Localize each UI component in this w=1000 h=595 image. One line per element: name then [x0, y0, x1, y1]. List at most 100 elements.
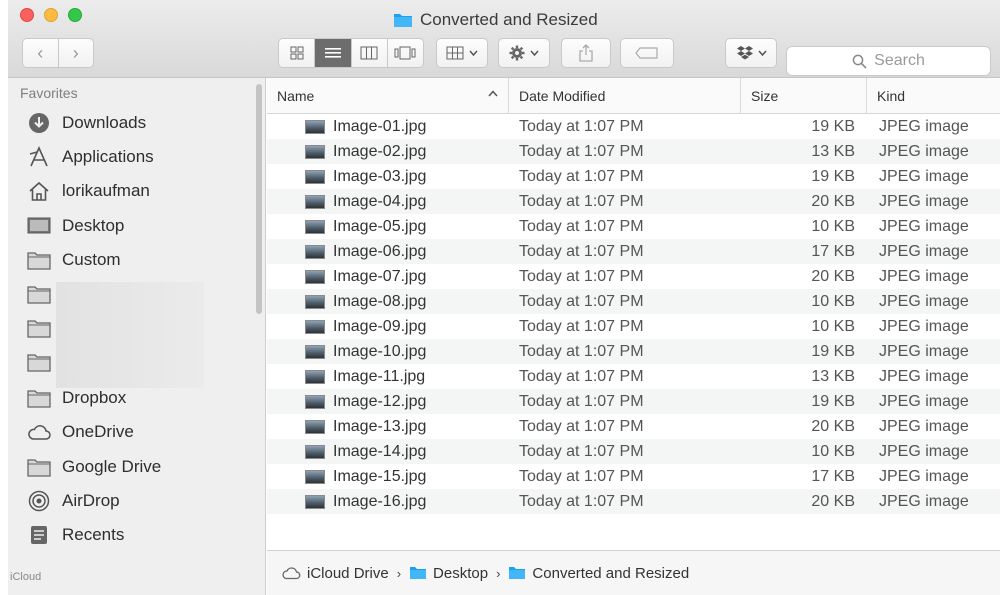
- tag-icon: [635, 47, 658, 59]
- path-segment-label: Converted and Resized: [532, 564, 690, 582]
- column-kind-header[interactable]: Kind: [867, 78, 1000, 114]
- table-row[interactable]: Image-04.jpg Today at 1:07 PM 20 KB JPEG im…: [267, 189, 1000, 214]
- kind-cell: JPEG image: [879, 217, 969, 235]
- path-segment-desktop[interactable]: Desktop: [409, 565, 488, 582]
- file-name-cell: Image-11.jpg: [305, 364, 425, 389]
- file-list: Name Date Modified Size Kind Image-01.jp…: [267, 78, 1000, 543]
- table-row[interactable]: Image-16.jpg Today at 1:07 PM 20 KB JPEG im…: [267, 489, 1000, 514]
- zoom-window-button[interactable]: [68, 8, 82, 22]
- gear-icon: [509, 45, 525, 61]
- table-row[interactable]: Image-03.jpg Today at 1:07 PM 19 KB JPEG im…: [267, 164, 1000, 189]
- forward-button[interactable]: ›: [59, 43, 94, 64]
- column-name-header[interactable]: Name: [267, 78, 509, 114]
- folder-icon: [410, 567, 427, 579]
- table-row[interactable]: Image-13.jpg Today at 1:07 PM 20 KB JPEG im…: [267, 414, 1000, 439]
- sidebar-item-label: OneDrive: [62, 422, 134, 441]
- gallery-view-button[interactable]: [388, 39, 423, 67]
- sidebar-item-label: Recents: [62, 525, 125, 544]
- minimize-window-button[interactable]: [44, 8, 58, 22]
- table-row[interactable]: Image-10.jpg Today at 1:07 PM 19 KB JPEG im…: [267, 339, 1000, 364]
- table-row[interactable]: Image-02.jpg Today at 1:07 PM 13 KB JPEG im…: [267, 139, 1000, 164]
- path-bar: iCloud Drive › Desktop › Converted and R…: [267, 550, 1000, 595]
- date-modified-cell: Today at 1:07 PM: [519, 292, 644, 310]
- column-date-header[interactable]: Date Modified: [509, 78, 741, 114]
- date-modified-cell: Today at 1:07 PM: [519, 142, 644, 160]
- gallery-icon: [394, 46, 416, 60]
- sidebar-item-applications[interactable]: Applications: [26, 146, 154, 168]
- back-forward-buttons: ‹ ›: [22, 38, 94, 68]
- window-title: Converted and Resized: [393, 10, 598, 30]
- sidebar-item-airdrop[interactable]: AirDrop: [26, 490, 120, 512]
- action-menu-button[interactable]: [498, 38, 550, 68]
- file-name-cell: Image-12.jpg: [305, 389, 426, 414]
- search-field[interactable]: Search: [786, 46, 991, 76]
- sidebar-item-recents[interactable]: Recents: [26, 524, 124, 546]
- share-button[interactable]: [561, 38, 611, 68]
- image-thumbnail-icon: [305, 144, 325, 159]
- close-window-button[interactable]: [20, 8, 34, 22]
- table-row[interactable]: Image-11.jpg Today at 1:07 PM 13 KB JPEG im…: [267, 364, 1000, 389]
- sidebar-item-dropbox[interactable]: Dropbox: [26, 387, 126, 409]
- sidebar-item-hidden-2[interactable]: [26, 317, 52, 339]
- table-row[interactable]: Image-07.jpg Today at 1:07 PM 20 KB JPEG im…: [267, 264, 1000, 289]
- sidebar-item-custom[interactable]: Custom: [26, 249, 121, 271]
- sidebar-item-desktop[interactable]: Desktop: [26, 215, 124, 237]
- table-row[interactable]: Image-01.jpg Today at 1:07 PM 19 KB JPEG im…: [267, 114, 1000, 139]
- size-cell: 17 KB: [811, 467, 855, 485]
- file-name: Image-13.jpg: [333, 417, 427, 435]
- path-segment-label: iCloud Drive: [307, 564, 389, 582]
- list-icon: [324, 48, 341, 58]
- sidebar-scrollbar[interactable]: [256, 84, 262, 314]
- date-modified-cell: Today at 1:07 PM: [519, 392, 644, 410]
- table-row[interactable]: Image-05.jpg Today at 1:07 PM 10 KB JPEG im…: [267, 214, 1000, 239]
- file-name-cell: Image-04.jpg: [305, 189, 426, 214]
- table-row[interactable]: Image-15.jpg Today at 1:07 PM 17 KB JPEG im…: [267, 464, 1000, 489]
- table-row[interactable]: Image-08.jpg Today at 1:07 PM 10 KB JPEG im…: [267, 289, 1000, 314]
- size-cell: 10 KB: [811, 292, 855, 310]
- file-name: Image-15.jpg: [333, 467, 427, 485]
- grid-icon: [290, 46, 304, 60]
- list-view-button[interactable]: [315, 39, 352, 67]
- group-by-button[interactable]: [436, 38, 488, 68]
- chevron-down-icon: [530, 50, 539, 56]
- file-name-cell: Image-01.jpg: [305, 114, 426, 139]
- folder-icon: [26, 387, 52, 409]
- sidebar-item-onedrive[interactable]: OneDrive: [26, 421, 134, 443]
- date-modified-cell: Today at 1:07 PM: [519, 442, 644, 460]
- sidebar-item-home[interactable]: lorikaufman: [26, 180, 150, 202]
- date-modified-cell: Today at 1:07 PM: [519, 117, 644, 135]
- sidebar-item-hidden-3[interactable]: [26, 351, 52, 373]
- sidebar-item-downloads[interactable]: Downloads: [26, 112, 146, 134]
- file-name: Image-10.jpg: [333, 342, 427, 360]
- columns-icon: [360, 46, 378, 60]
- back-button[interactable]: ‹: [23, 43, 58, 64]
- recents-icon: [26, 524, 52, 546]
- folder-icon: [394, 14, 412, 27]
- sort-ascending-icon: [488, 90, 498, 97]
- sidebar-item-label: Google Drive: [62, 457, 162, 476]
- airdrop-icon: [26, 490, 52, 512]
- table-row[interactable]: Image-06.jpg Today at 1:07 PM 17 KB JPEG im…: [267, 239, 1000, 264]
- sidebar-item-hidden-1[interactable]: [26, 283, 52, 305]
- date-modified-cell: Today at 1:07 PM: [519, 492, 644, 510]
- sidebar-item-google-drive[interactable]: Google Drive: [26, 456, 161, 478]
- column-size-header[interactable]: Size: [741, 78, 867, 114]
- table-row[interactable]: Image-12.jpg Today at 1:07 PM 19 KB JPEG im…: [267, 389, 1000, 414]
- kind-cell: JPEG image: [879, 317, 969, 335]
- tags-button[interactable]: [620, 38, 674, 68]
- column-view-button[interactable]: [352, 39, 388, 67]
- arrange-grid-icon: [446, 46, 464, 60]
- image-thumbnail-icon: [305, 494, 325, 509]
- folder-icon: [26, 249, 52, 271]
- image-thumbnail-icon: [305, 219, 325, 234]
- table-row[interactable]: Image-14.jpg Today at 1:07 PM 10 KB JPEG im…: [267, 439, 1000, 464]
- dropbox-button[interactable]: [725, 38, 777, 68]
- file-name-cell: Image-05.jpg: [305, 214, 426, 239]
- file-name-cell: Image-02.jpg: [305, 139, 426, 164]
- cloud-icon: [26, 421, 52, 443]
- path-segment-converted-and-resized[interactable]: Converted and Resized: [508, 565, 689, 582]
- table-row[interactable]: Image-09.jpg Today at 1:07 PM 10 KB JPEG im…: [267, 314, 1000, 339]
- path-segment-icloud-drive[interactable]: iCloud Drive: [281, 565, 389, 582]
- column-label: Name: [277, 88, 315, 104]
- icon-view-button[interactable]: [279, 39, 316, 67]
